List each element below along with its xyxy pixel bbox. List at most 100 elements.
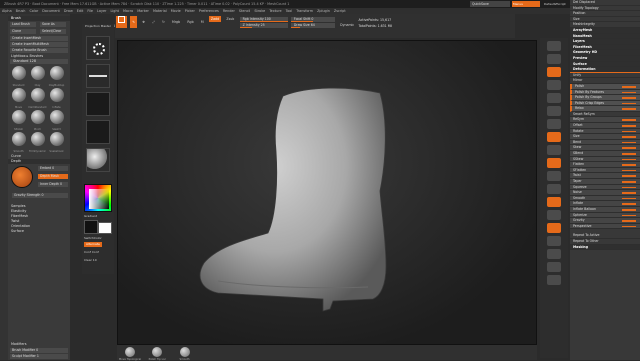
focal-shift-slider[interactable]: Focal Shift 0 bbox=[290, 17, 335, 22]
main-color-swatch[interactable] bbox=[84, 220, 98, 234]
lsym-icon[interactable] bbox=[547, 158, 561, 168]
zsub-button[interactable]: Zsub bbox=[224, 16, 236, 22]
sculpt-modifier-slider[interactable]: Sculpt Modifier 1 bbox=[10, 354, 68, 359]
move-icon: ✥ bbox=[142, 20, 145, 24]
actual-icon[interactable] bbox=[547, 93, 561, 103]
load-brush-button[interactable]: Load Brush bbox=[10, 22, 36, 27]
boot-model[interactable] bbox=[118, 41, 538, 346]
texture-swatch[interactable] bbox=[86, 120, 110, 144]
brush-thumb-slash3[interactable]: Slash3 bbox=[47, 109, 66, 131]
conf-conf-button[interactable]: Conf Conf bbox=[84, 250, 99, 254]
rgb-button[interactable]: Rgb bbox=[185, 16, 195, 28]
clear-button[interactable]: Clear 10 bbox=[84, 258, 97, 262]
surface-section[interactable]: Surface bbox=[8, 229, 70, 234]
brush-modifier-slider[interactable]: Brush Modifier 0 bbox=[10, 348, 68, 353]
brush-thumb-move[interactable]: Move bbox=[9, 87, 28, 109]
depth-mask-toggle[interactable]: Depth Mask bbox=[38, 174, 68, 179]
brush-thumb-standard[interactable]: Standard bbox=[9, 65, 28, 87]
brush-thumb-trimdynamic[interactable]: TrimDynamic bbox=[28, 131, 47, 153]
modifiers-section[interactable]: Modifiers bbox=[8, 342, 70, 347]
menu-edit[interactable]: Edit bbox=[75, 8, 86, 14]
smooth-brush[interactable]: Smooth bbox=[172, 345, 198, 361]
solo-icon[interactable] bbox=[547, 262, 561, 272]
embed-slider[interactable]: Embed 0 bbox=[38, 166, 68, 171]
create-favorite-brush-button[interactable]: Create Favorite Brush bbox=[10, 48, 68, 53]
brush-sphere-icon bbox=[125, 347, 135, 357]
select-clear-button[interactable]: Select/Clear bbox=[40, 29, 66, 34]
secondary-color-swatch[interactable] bbox=[98, 222, 112, 234]
mrgb-button[interactable]: Mrgb bbox=[170, 16, 182, 28]
gravity-strength-slider[interactable]: Gravity Strength 0 bbox=[12, 193, 68, 198]
brush-thumb-claybuildup[interactable]: ClayBuildup bbox=[47, 65, 66, 87]
rotate-button[interactable]: ↻ bbox=[160, 16, 167, 28]
brush-sphere-icon bbox=[11, 110, 26, 124]
create-insertmesh-button[interactable]: Create InsertMesh bbox=[10, 36, 68, 41]
brush-sphere-icon bbox=[49, 88, 64, 102]
zadd-button[interactable]: Zadd bbox=[208, 16, 222, 22]
depth-gauge-icon[interactable] bbox=[11, 166, 33, 188]
scale-button[interactable]: ⤢ bbox=[150, 16, 157, 28]
alpha-swatch[interactable] bbox=[86, 92, 110, 116]
frame-icon[interactable] bbox=[547, 171, 561, 181]
ghost-icon[interactable] bbox=[547, 249, 561, 259]
brush-sphere-icon bbox=[30, 88, 45, 102]
create-insertmultimesh-button[interactable]: Create InsertMultiMesh bbox=[10, 42, 68, 47]
brush-thumb-hpolish[interactable]: hPolish bbox=[9, 109, 28, 131]
bpr-icon[interactable] bbox=[547, 41, 561, 51]
menu-layer[interactable]: Layer bbox=[95, 8, 108, 14]
projection-master-button[interactable]: Projection Master bbox=[82, 24, 114, 32]
scale-icon[interactable] bbox=[547, 197, 561, 207]
move-icon[interactable] bbox=[547, 184, 561, 194]
menus-button[interactable]: Menus bbox=[512, 1, 540, 7]
quicksave-button[interactable]: QuickSave bbox=[470, 1, 510, 7]
local-icon[interactable] bbox=[547, 145, 561, 155]
polish-tip-brush[interactable]: Polish Tip Loc bbox=[144, 345, 170, 361]
boot-shape bbox=[199, 87, 387, 312]
draw-size-slider[interactable]: Draw Size 64 bbox=[290, 23, 335, 28]
brush-thumb-smooth[interactable]: Smooth bbox=[9, 131, 28, 153]
xpose-icon[interactable] bbox=[547, 275, 561, 285]
stroke-swatch[interactable] bbox=[86, 64, 110, 88]
edit-button[interactable] bbox=[116, 16, 127, 28]
rotate-icon[interactable] bbox=[547, 210, 561, 220]
move-topological-brush[interactable]: Move Topological bbox=[117, 345, 143, 361]
brush-thumb-snakehook[interactable]: Snakehook bbox=[47, 131, 66, 153]
brush-sphere-icon bbox=[30, 66, 45, 80]
aahalf-icon[interactable] bbox=[547, 106, 561, 116]
tool-palette: Del Displaced Modify Topology Position S… bbox=[570, 0, 640, 360]
rgb-intensity-slider[interactable]: Rgb Intensity 100 bbox=[239, 17, 288, 22]
zoom-icon[interactable] bbox=[547, 80, 561, 90]
brush-sphere-icon bbox=[11, 88, 26, 102]
scroll-icon[interactable] bbox=[547, 67, 561, 77]
polyf-icon[interactable] bbox=[547, 223, 561, 233]
switchcolor-button[interactable]: SwitchColor bbox=[84, 236, 102, 240]
canvas-viewport[interactable] bbox=[117, 40, 537, 345]
top-shelf: ✎ ✥ ⤢ ↻ Mrgb Rgb M Zadd Zsub Rgb Intensi… bbox=[115, 14, 515, 38]
edit-icon bbox=[118, 16, 125, 23]
draw-button[interactable]: ✎ bbox=[130, 16, 137, 28]
inner-depth-slider[interactable]: Inner Depth 0 bbox=[38, 182, 68, 187]
brush-thumb-pinch[interactable]: Pinch bbox=[28, 109, 47, 131]
z-intensity-slider[interactable]: Z Intensity 25 bbox=[239, 23, 288, 28]
transp-icon[interactable] bbox=[547, 236, 561, 246]
floor-icon[interactable] bbox=[547, 132, 561, 142]
spix-icon[interactable] bbox=[547, 54, 561, 64]
m-button[interactable]: M bbox=[199, 16, 206, 28]
gradient-label[interactable]: Gradient bbox=[84, 214, 97, 218]
brush-thumb-damstandard[interactable]: DamStandard bbox=[28, 87, 47, 109]
clone-button[interactable]: Clone bbox=[10, 29, 36, 34]
save-as-button[interactable]: Save As bbox=[40, 22, 66, 27]
brush-thumb-clay[interactable]: Clay bbox=[28, 65, 47, 87]
alternate-button[interactable]: Alternate bbox=[84, 242, 102, 247]
brush-swatch[interactable] bbox=[86, 36, 110, 60]
brush-thumb-inflate[interactable]: Inflate bbox=[47, 87, 66, 109]
deformation-perspective[interactable]: Perspective bbox=[570, 223, 640, 230]
material-swatch[interactable] bbox=[86, 148, 110, 172]
move-button[interactable]: ✥ bbox=[140, 16, 147, 28]
masking-section[interactable]: Masking bbox=[570, 244, 640, 251]
menu-file[interactable]: File bbox=[85, 8, 95, 14]
color-picker[interactable] bbox=[84, 184, 112, 212]
right-shelf bbox=[540, 38, 568, 358]
dynamic-toggle[interactable]: Dynamic bbox=[338, 22, 356, 28]
persp-icon[interactable] bbox=[547, 119, 561, 129]
